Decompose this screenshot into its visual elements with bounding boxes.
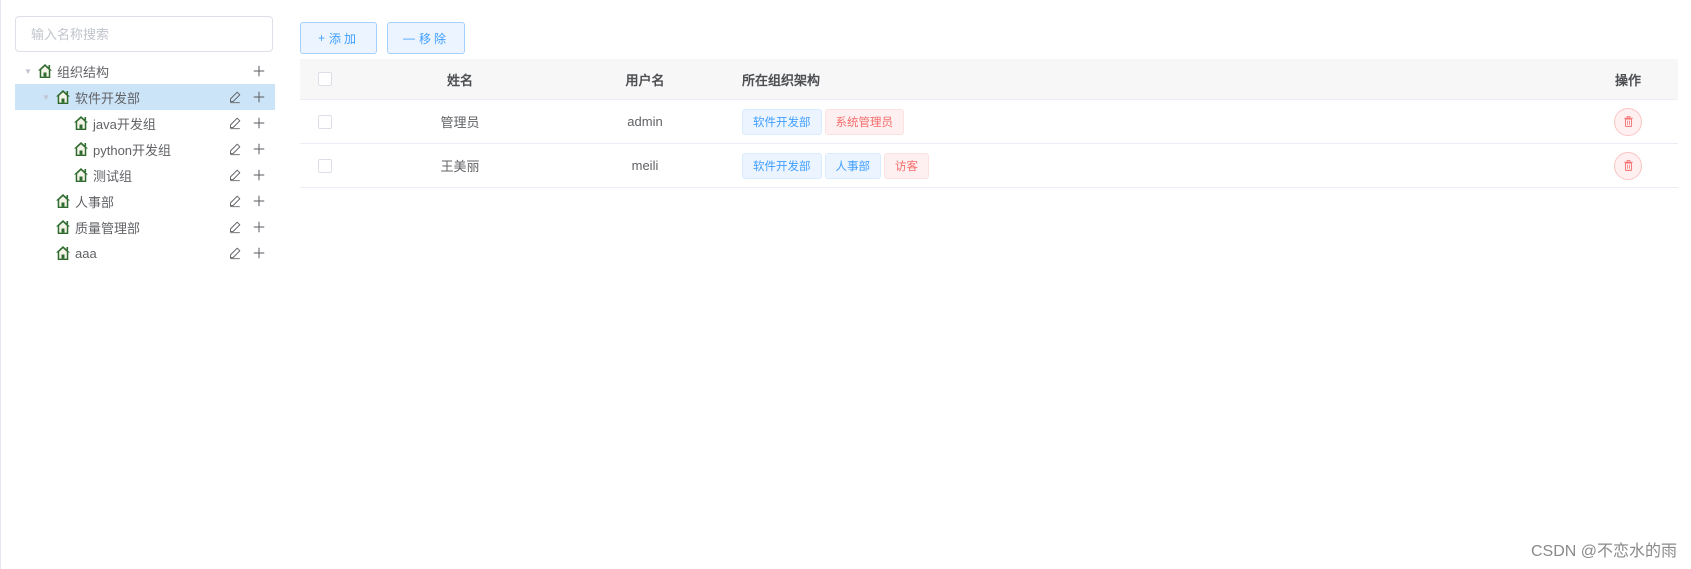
row-checkbox[interactable] <box>318 114 332 129</box>
plus-icon[interactable] <box>251 193 267 209</box>
tree-node-label: 组织结构 <box>57 64 110 80</box>
header-name: 姓名 <box>446 72 473 88</box>
plus-icon[interactable] <box>251 219 267 235</box>
org-tag: 访客 <box>884 152 929 179</box>
home-icon <box>55 245 71 261</box>
edit-icon[interactable] <box>227 141 243 157</box>
left-border <box>0 0 1 569</box>
tree-node-test[interactable]: ▼ 测试组 <box>15 162 275 188</box>
remove-button[interactable]: — 移除 <box>387 22 465 54</box>
edit-icon[interactable] <box>227 219 243 235</box>
cell-org: 软件开发部 系统管理员 <box>742 100 1342 143</box>
plus-icon[interactable] <box>251 89 267 105</box>
remove-button-label: 移除 <box>418 31 449 46</box>
tree-node-label: aaa <box>75 245 97 261</box>
delete-button[interactable] <box>1614 107 1642 136</box>
org-tag: 系统管理员 <box>824 108 904 135</box>
org-tag: 人事部 <box>824 152 881 179</box>
org-tag: 软件开发部 <box>742 152 822 179</box>
search-input[interactable] <box>15 16 273 52</box>
row-checkbox[interactable] <box>318 158 332 173</box>
edit-icon[interactable] <box>227 167 243 183</box>
cell-name: 王美丽 <box>440 159 480 174</box>
tree-node-label: python开发组 <box>93 142 172 158</box>
org-tree: ▼ 组织结构 ▼ 软件开发部 ▼ java开发组 ▼ python开发组 <box>15 58 275 266</box>
minus-icon: — <box>402 31 415 45</box>
home-icon <box>73 115 89 131</box>
tree-node-label: 人事部 <box>75 194 115 210</box>
watermark: CSDN @不恋水的雨 <box>1530 543 1677 560</box>
home-icon <box>37 63 53 79</box>
caret-down-icon[interactable]: ▼ <box>37 93 55 102</box>
plus-icon[interactable] <box>251 167 267 183</box>
tree-node-java[interactable]: ▼ java开发组 <box>15 110 275 136</box>
plus-icon[interactable] <box>251 63 267 79</box>
tree-node-software[interactable]: ▼ 软件开发部 <box>15 84 275 110</box>
edit-icon[interactable] <box>227 245 243 261</box>
tree-node-python[interactable]: ▼ python开发组 <box>15 136 275 162</box>
add-button[interactable]: + 添加 <box>300 22 377 54</box>
tree-node-label: 软件开发部 <box>75 90 141 106</box>
table-header: 姓名 用户名 所在组织架构 操作 <box>300 59 1678 100</box>
cell-org: 软件开发部 人事部 访客 <box>742 144 1342 187</box>
cell-username: admin <box>627 114 663 129</box>
edit-icon[interactable] <box>227 193 243 209</box>
home-icon <box>55 193 71 209</box>
edit-icon[interactable] <box>227 89 243 105</box>
delete-icon <box>1622 115 1635 128</box>
plus-icon[interactable] <box>251 115 267 131</box>
cell-username: meili <box>631 158 659 173</box>
table-row: 王美丽 meili 软件开发部 人事部 访客 <box>300 144 1678 188</box>
delete-icon <box>1622 159 1635 172</box>
tree-node-root[interactable]: ▼ 组织结构 <box>15 58 275 84</box>
select-all-checkbox[interactable] <box>318 72 332 86</box>
edit-icon[interactable] <box>227 115 243 131</box>
home-icon <box>55 89 71 105</box>
tree-node-hr[interactable]: ▼ 人事部 <box>15 188 275 214</box>
home-icon <box>73 167 89 183</box>
home-icon <box>55 219 71 235</box>
cell-name: 管理员 <box>440 115 480 130</box>
caret-down-icon[interactable]: ▼ <box>19 67 37 76</box>
plus-icon[interactable] <box>251 141 267 157</box>
plus-icon[interactable] <box>251 245 267 261</box>
header-org: 所在组织架构 <box>742 72 821 88</box>
tree-node-aaa[interactable]: ▼ aaa <box>15 240 275 266</box>
tree-node-label: 测试组 <box>93 168 133 184</box>
delete-button[interactable] <box>1614 151 1642 180</box>
home-icon <box>73 141 89 157</box>
plus-icon: + <box>317 31 325 45</box>
org-tag: 软件开发部 <box>742 108 822 135</box>
tree-node-label: 质量管理部 <box>75 220 141 236</box>
add-button-label: 添加 <box>329 31 360 46</box>
header-action: 操作 <box>1614 72 1641 88</box>
header-username: 用户名 <box>625 72 665 88</box>
tree-node-quality[interactable]: ▼ 质量管理部 <box>15 214 275 240</box>
tree-node-label: java开发组 <box>93 116 156 132</box>
user-table: 姓名 用户名 所在组织架构 操作 管理员 admin 软件开发部 系统管理员 王… <box>300 59 1678 188</box>
table-row: 管理员 admin 软件开发部 系统管理员 <box>300 100 1678 144</box>
